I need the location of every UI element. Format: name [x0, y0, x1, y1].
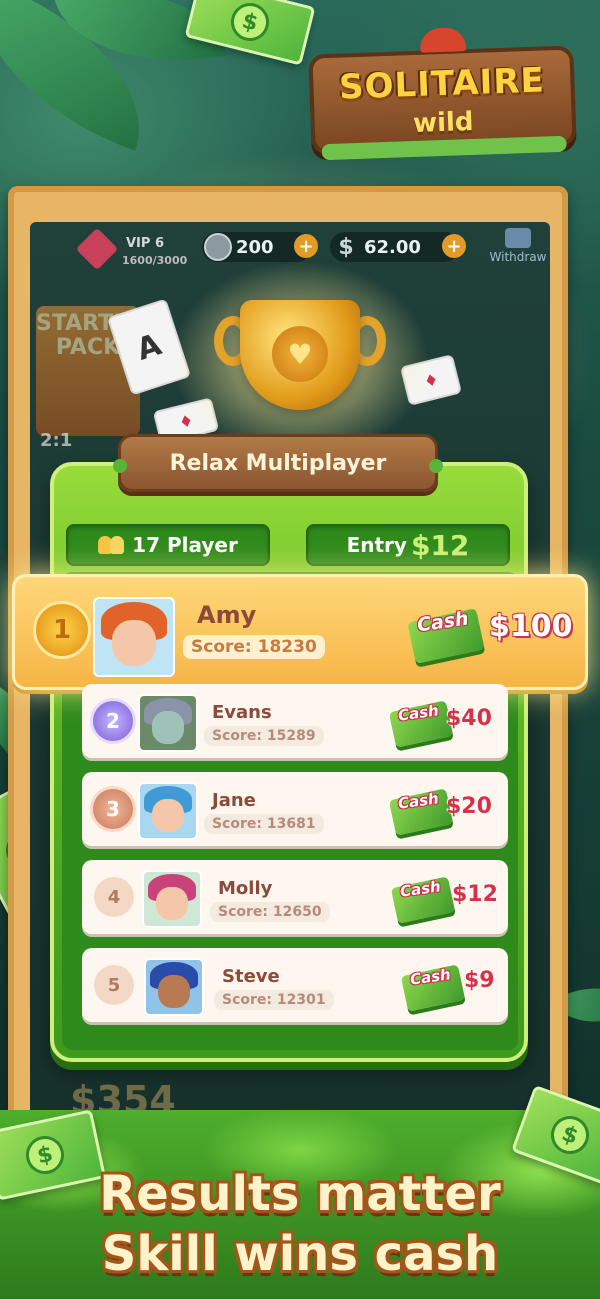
- banner-rivet: [113, 459, 127, 473]
- logo-title: SOLITAIRE: [338, 60, 546, 108]
- cash-balance[interactable]: $ 62.00 +: [330, 232, 466, 262]
- add-coins-button[interactable]: +: [294, 234, 318, 258]
- vip-gem-icon: [75, 227, 119, 271]
- avatar-face: [156, 887, 188, 920]
- rank-badge: 4: [94, 877, 134, 917]
- bronze-medal-icon: 3: [90, 786, 136, 832]
- offer-timer: 2:1: [40, 430, 73, 451]
- leaderboard-row-5: 5 Steve Score: 12301 Cash $9: [82, 948, 508, 1022]
- vip-level: VIP 6: [126, 236, 164, 251]
- player-score: Score: 15289: [204, 726, 324, 746]
- player-name: Molly: [218, 878, 273, 899]
- player-score: Score: 13681: [204, 814, 324, 834]
- rank-number: 5: [107, 974, 121, 996]
- player-name: Amy: [197, 601, 257, 629]
- prize-amount: $20: [446, 794, 492, 819]
- cash-amount: 62.00: [364, 236, 421, 258]
- withdraw-label: Withdraw: [489, 250, 547, 264]
- player-score: Score: 18230: [183, 635, 325, 659]
- mode-title-banner: Relax Multiplayer: [113, 434, 443, 492]
- rank-badge: 5: [94, 965, 134, 1005]
- player-score: Score: 12301: [214, 990, 334, 1010]
- leaderboard-row-4: 4 Molly Score: 12650 Cash $12: [82, 860, 508, 934]
- entry-fee-box: Entry $12: [306, 524, 510, 566]
- prize-amount: $40: [446, 706, 492, 731]
- heart-icon: ♥: [272, 326, 328, 382]
- player-score: Score: 12650: [210, 902, 330, 922]
- avatar-face: [158, 975, 190, 1008]
- add-cash-button[interactable]: +: [442, 234, 466, 258]
- player-name: Evans: [212, 702, 272, 723]
- player-count: 17 Player: [132, 533, 238, 557]
- coin-icon: [204, 233, 232, 261]
- player-avatar: [138, 782, 198, 840]
- leaderboard-row-1: 1 Amy Score: 18230 Cash $100: [12, 574, 588, 690]
- rank-number: 1: [52, 615, 72, 645]
- rank-number: 4: [107, 886, 121, 908]
- player-count-box: 17 Player: [66, 524, 270, 566]
- prize-amount: $100: [489, 609, 573, 644]
- leaderboard-row-2: 2 Evans Score: 15289 Cash $40: [82, 684, 508, 758]
- leaderboard-row-3: 3 Jane Score: 13681 Cash $20: [82, 772, 508, 846]
- silver-medal-icon: 2: [90, 698, 136, 744]
- game-logo: SOLITAIRE wild: [308, 27, 577, 161]
- prize-amount: $9: [464, 968, 495, 993]
- player-avatar: [93, 597, 175, 677]
- avatar-face: [152, 711, 184, 744]
- rank-number: 2: [106, 709, 120, 733]
- player-name: Jane: [212, 790, 256, 811]
- banner-rivet: [429, 459, 443, 473]
- coin-balance[interactable]: 200 +: [202, 232, 318, 262]
- player-avatar: [144, 958, 204, 1016]
- mode-title: Relax Multiplayer: [169, 450, 387, 476]
- coin-amount: 200: [236, 236, 274, 258]
- prize-amount: $12: [452, 882, 498, 907]
- rank-number: 3: [106, 797, 120, 821]
- avatar-face: [152, 799, 184, 832]
- tagline-line-1: Results matter: [99, 1166, 501, 1222]
- dollar-icon: $: [338, 234, 354, 260]
- player-avatar: [142, 870, 202, 928]
- wallet-icon: [505, 228, 531, 248]
- entry-amount: $12: [410, 528, 470, 562]
- avatar-face: [112, 620, 156, 666]
- entry-label: Entry: [346, 533, 407, 557]
- withdraw-button[interactable]: Withdraw: [483, 228, 553, 268]
- player-avatar: [138, 694, 198, 752]
- tagline-line-2: Skill wins cash: [101, 1226, 499, 1282]
- players-icon: [98, 536, 126, 554]
- gold-medal-icon: 1: [33, 601, 91, 659]
- player-name: Steve: [222, 966, 280, 987]
